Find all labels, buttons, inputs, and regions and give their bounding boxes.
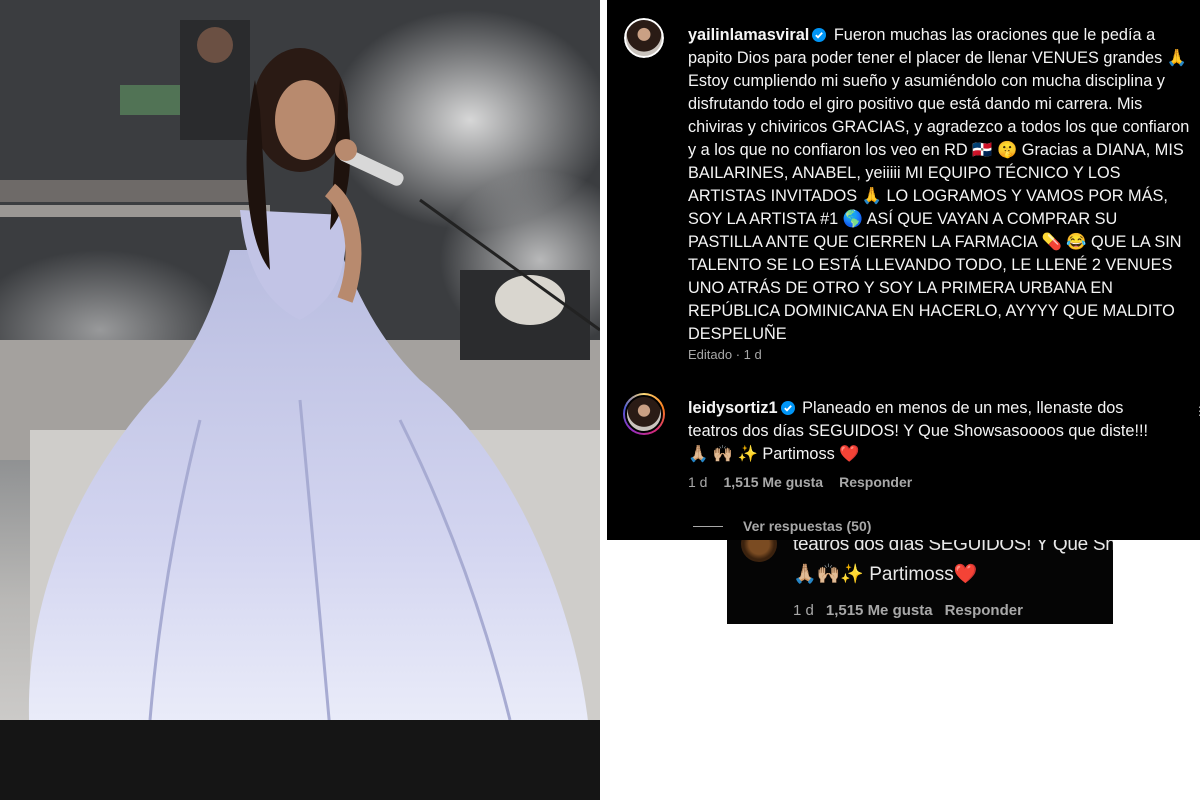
zoomed-comment-line2: 🙏🏼🙌🏼✨ Partimoss❤️ xyxy=(793,564,978,585)
post-author-username[interactable]: yailinlamasviral xyxy=(688,26,809,44)
view-replies-label[interactable]: Ver respuestas (50) xyxy=(743,518,871,534)
singer-illustration xyxy=(0,0,600,800)
commenter-avatar[interactable] xyxy=(623,393,665,435)
replies-divider xyxy=(693,525,723,527)
concert-photo xyxy=(0,0,600,800)
commenter-username[interactable]: leidysortiz1 xyxy=(688,399,778,417)
verified-badge-icon xyxy=(812,28,827,42)
post-author-avatar[interactable] xyxy=(624,18,664,58)
comment-body: leidysortiz1 Planeado en menos de un mes… xyxy=(688,397,1168,466)
post-caption-text: Fueron muchas las oraciones que le pedía… xyxy=(688,26,1194,343)
comment-meta: 1 d 1,515 Me gusta Responder xyxy=(688,474,912,490)
comment-time: 1 d xyxy=(688,474,708,490)
instagram-comments-panel: yailinlamasviral Fueron muchas las oraci… xyxy=(607,0,1200,540)
zoomed-time: 1 d xyxy=(793,602,814,619)
more-options-icon[interactable]: ⋮ xyxy=(1194,404,1200,418)
zoomed-comment-crop: teatros dos días SEGUIDOS! Y Que Showsas… xyxy=(727,540,1113,624)
view-replies-button[interactable]: Ver respuestas (50) xyxy=(693,518,871,534)
post-meta: Editado · 1 d xyxy=(688,347,762,362)
post-caption: yailinlamasviral Fueron muchas las oraci… xyxy=(688,24,1192,346)
zoomed-comment-meta: 1 d 1,515 Me gusta Responder xyxy=(793,602,1023,619)
verified-badge-icon xyxy=(780,401,795,415)
reply-button[interactable]: Responder xyxy=(839,474,912,490)
comment-likes-link[interactable]: 1,515 Me gusta xyxy=(723,474,823,490)
zoomed-avatar xyxy=(741,540,777,562)
zoomed-likes: 1,515 Me gusta xyxy=(825,602,933,619)
zoomed-reply: Responder xyxy=(944,602,1023,619)
zoomed-comment-line1: teatros dos días SEGUIDOS! Y Que Showsas… xyxy=(793,540,1113,555)
